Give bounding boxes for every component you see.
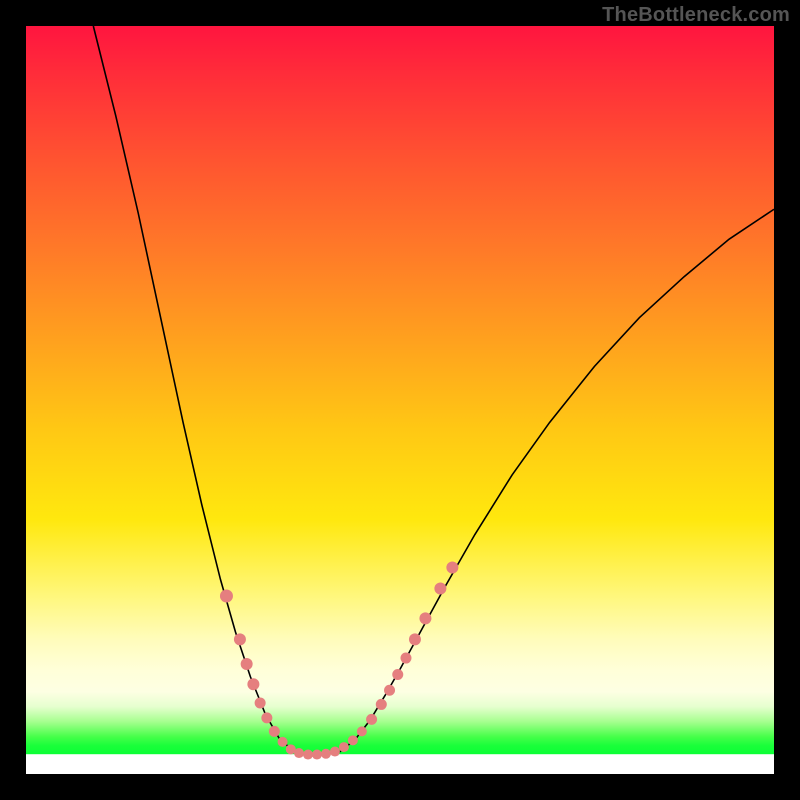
marker-dot xyxy=(409,633,421,645)
marker-dot xyxy=(348,735,358,745)
marker-dot xyxy=(247,678,259,690)
marker-dot xyxy=(269,726,280,737)
marker-dot xyxy=(255,697,266,708)
marker-dot xyxy=(321,749,331,759)
marker-dot xyxy=(312,750,322,760)
marker-dot xyxy=(330,747,340,757)
marker-dot xyxy=(261,712,272,723)
bottleneck-curve xyxy=(93,26,774,755)
marker-dot xyxy=(434,582,446,594)
watermark-text: TheBottleneck.com xyxy=(602,4,790,27)
marker-group xyxy=(220,562,458,760)
marker-dot xyxy=(234,633,246,645)
chart-frame: TheBottleneck.com xyxy=(0,0,800,800)
marker-dot xyxy=(220,589,233,602)
marker-dot xyxy=(241,658,253,670)
marker-dot xyxy=(366,714,377,725)
marker-dot xyxy=(339,742,349,752)
marker-dot xyxy=(419,612,431,624)
chart-svg xyxy=(26,26,774,774)
marker-dot xyxy=(357,726,367,736)
marker-dot xyxy=(384,685,395,696)
marker-dot xyxy=(303,750,313,760)
marker-dot xyxy=(278,737,288,747)
marker-dot xyxy=(392,669,403,680)
marker-dot xyxy=(446,562,458,574)
marker-dot xyxy=(294,748,304,758)
marker-dot xyxy=(400,653,411,664)
marker-dot xyxy=(376,699,387,710)
plot-area xyxy=(26,26,774,774)
